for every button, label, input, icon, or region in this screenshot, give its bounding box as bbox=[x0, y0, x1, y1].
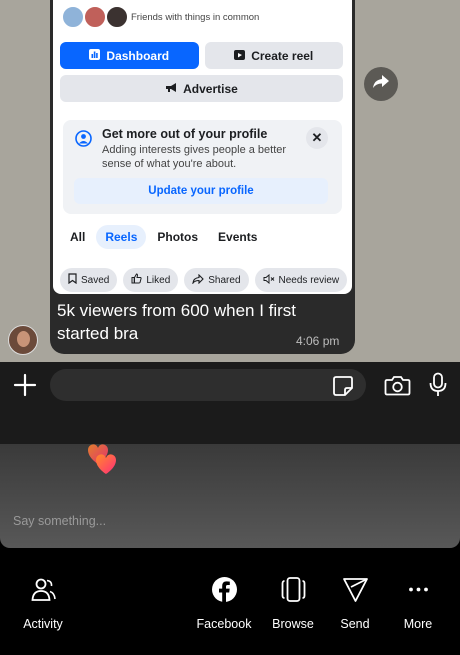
tab-events[interactable]: Events bbox=[209, 225, 266, 249]
avatar bbox=[83, 5, 107, 29]
message-timestamp: 4:06 pm bbox=[296, 334, 340, 348]
dashboard-icon bbox=[89, 48, 101, 63]
browse-cards-icon bbox=[280, 576, 307, 608]
filter-needs-review[interactable]: Needs review bbox=[254, 268, 348, 292]
content-tabs: All Reels Photos Events bbox=[61, 224, 266, 250]
nav-label: More bbox=[403, 617, 433, 631]
shared-screenshot[interactable]: Friends with things in common Dashboard … bbox=[53, 0, 352, 294]
close-icon[interactable]: ✕ bbox=[306, 127, 328, 149]
reel-icon bbox=[234, 49, 246, 63]
profile-card-subtitle: Adding interests gives people a better s… bbox=[102, 144, 287, 170]
friends-caption: Friends with things in common bbox=[131, 11, 260, 23]
advertise-button[interactable]: Advertise bbox=[60, 75, 343, 102]
update-profile-button[interactable]: Update your profile bbox=[74, 178, 328, 204]
dashboard-label: Dashboard bbox=[106, 48, 170, 63]
filter-label: Liked bbox=[146, 274, 171, 286]
more-dots-icon bbox=[405, 576, 432, 608]
filter-label: Shared bbox=[208, 274, 241, 286]
activity-people-icon bbox=[30, 576, 57, 608]
dashboard-button[interactable]: Dashboard bbox=[60, 42, 199, 69]
filter-label: Saved bbox=[81, 274, 110, 286]
microphone-icon[interactable] bbox=[428, 372, 448, 398]
megaphone-icon bbox=[165, 82, 177, 96]
forward-button[interactable] bbox=[364, 67, 398, 101]
message-input[interactable] bbox=[50, 369, 366, 401]
message-composer bbox=[0, 362, 460, 444]
filter-liked[interactable]: Liked bbox=[123, 268, 179, 292]
muted-speaker-icon bbox=[263, 273, 275, 287]
avatar bbox=[105, 5, 129, 29]
live-comment-panel: Say something... bbox=[0, 444, 460, 548]
filter-shared[interactable]: Shared bbox=[184, 268, 249, 292]
heart-reaction-icon bbox=[82, 442, 128, 486]
plus-icon[interactable] bbox=[12, 372, 38, 398]
friend-avatars bbox=[61, 5, 129, 29]
create-reel-button[interactable]: Create reel bbox=[204, 42, 343, 69]
nav-more[interactable]: More bbox=[378, 576, 458, 631]
action-buttons: Dashboard Create reel bbox=[60, 42, 343, 69]
nav-facebook[interactable]: Facebook bbox=[184, 576, 264, 631]
profile-card-title: Get more out of your profile bbox=[102, 127, 268, 141]
avatar-face bbox=[17, 331, 30, 347]
bookmark-icon bbox=[68, 273, 77, 287]
nav-label: Browse bbox=[272, 617, 314, 631]
nav-activity[interactable]: Activity bbox=[3, 576, 83, 631]
thumbs-up-icon bbox=[131, 273, 142, 287]
nav-label: Activity bbox=[23, 617, 63, 631]
chat-area: Friends with things in common Dashboard … bbox=[0, 0, 460, 362]
bottom-nav: Activity Facebook Browse Send More bbox=[0, 548, 460, 655]
nav-label: Send bbox=[340, 617, 370, 631]
nav-label: Facebook bbox=[196, 617, 252, 631]
tab-reels[interactable]: Reels bbox=[96, 225, 147, 249]
tab-all[interactable]: All bbox=[61, 225, 94, 249]
sticker-icon[interactable] bbox=[332, 375, 354, 397]
send-icon bbox=[342, 576, 369, 608]
filter-pills: Saved Liked Shared Needs review bbox=[60, 268, 348, 292]
camera-icon[interactable] bbox=[384, 374, 411, 396]
filter-saved[interactable]: Saved bbox=[60, 268, 118, 292]
profile-prompt-card: Get more out of your profile Adding inte… bbox=[63, 120, 342, 214]
tab-photos[interactable]: Photos bbox=[148, 225, 207, 249]
avatar bbox=[61, 5, 85, 29]
profile-icon bbox=[75, 130, 92, 147]
share-icon bbox=[192, 273, 205, 287]
facebook-icon bbox=[211, 576, 238, 608]
avatar[interactable] bbox=[8, 325, 38, 355]
filter-label: Needs review bbox=[278, 274, 340, 286]
create-reel-label: Create reel bbox=[251, 48, 314, 63]
friends-row: Friends with things in common bbox=[61, 4, 259, 30]
forward-icon bbox=[372, 74, 390, 94]
advertise-label: Advertise bbox=[183, 81, 238, 96]
say-something-input[interactable]: Say something... bbox=[13, 514, 106, 528]
